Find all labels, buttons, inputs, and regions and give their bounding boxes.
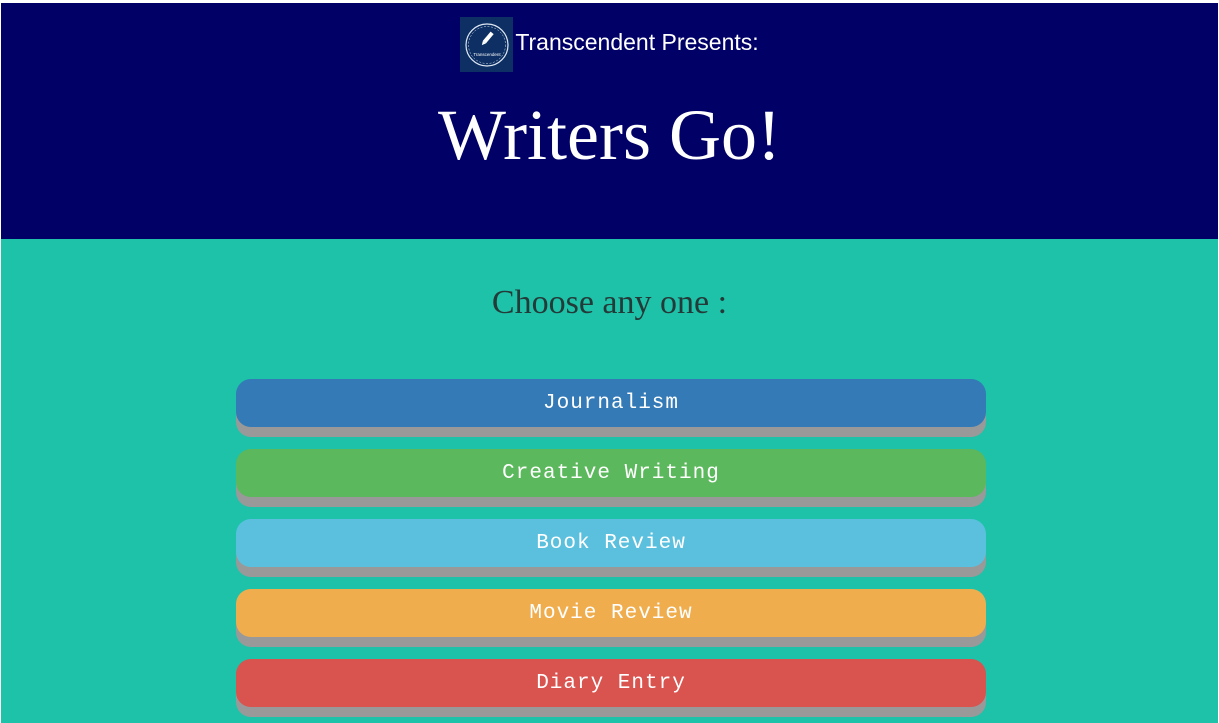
pen-logo-icon: Transcendent [465, 22, 509, 67]
transcendent-logo: Transcendent [460, 17, 514, 72]
movie-review-button[interactable]: Movie Review [236, 589, 986, 637]
brand-text: Transcendent Presents: [515, 29, 759, 55]
brand: Transcendent Transcendent Presents: [1, 17, 1218, 72]
app-title: Writers Go! [438, 95, 781, 175]
creative-writing-button[interactable]: Creative Writing [236, 449, 986, 497]
logo-text: Transcendent [473, 52, 501, 57]
diary-entry-button[interactable]: Diary Entry [236, 659, 986, 707]
journalism-button[interactable]: Journalism [236, 379, 986, 427]
main-section: Choose any one : Journalism Creative Wri… [1, 239, 1218, 723]
choice-list: Journalism Creative Writing Book Review … [236, 379, 986, 723]
choose-prompt: Choose any one : [491, 284, 728, 321]
header: Transcendent Transcendent Presents: Writ… [1, 3, 1218, 239]
book-review-button[interactable]: Book Review [236, 519, 986, 567]
page: Transcendent Transcendent Presents: Writ… [1, 3, 1218, 723]
